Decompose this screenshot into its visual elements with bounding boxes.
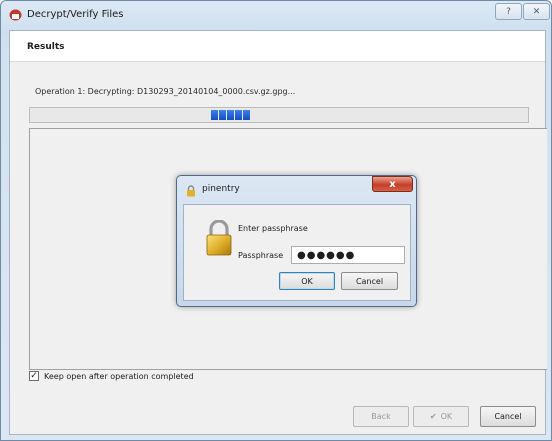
window-title: Decrypt/Verify Files (27, 9, 124, 20)
padlock-icon (206, 220, 232, 256)
progress-chunk (235, 110, 242, 120)
pinentry-title: pinentry (202, 184, 240, 194)
keep-open-label: Keep open after operation completed (44, 371, 194, 381)
back-button[interactable]: Back (353, 406, 409, 427)
progress-chunk (219, 110, 226, 120)
help-icon: ? (506, 6, 511, 17)
pinentry-dialog: pinentry x Enter passphrase Passphrase ●… (176, 175, 417, 307)
close-icon: x (389, 178, 396, 190)
help-button[interactable]: ? (495, 3, 522, 20)
pinentry-ok-button[interactable]: OK (279, 272, 335, 290)
close-icon: ✕ (532, 6, 541, 17)
page-title: Results (27, 42, 65, 52)
keep-open-row[interactable]: ✓ Keep open after operation completed (29, 371, 194, 381)
back-button-label: Back (371, 412, 391, 421)
keep-open-checkbox[interactable]: ✓ (29, 371, 39, 381)
passphrase-input[interactable]: ●●●●●● (291, 246, 405, 264)
pinentry-cancel-button[interactable]: Cancel (341, 272, 398, 290)
ok-button-label: OK (440, 412, 453, 421)
ok-button[interactable]: ✔ OK (413, 406, 469, 427)
checkmark-icon: ✔ (429, 412, 437, 421)
passphrase-label: Passphrase (238, 251, 284, 260)
lock-icon (187, 185, 195, 197)
pinentry-ok-label: OK (301, 276, 313, 286)
progress-bar (29, 107, 529, 123)
progress-chunk (211, 110, 218, 120)
operation-status-label: Operation 1: Decrypting: D130293_2014010… (35, 87, 296, 96)
pinentry-client-area: Enter passphrase Passphrase ●●●●●● OK Ca… (183, 204, 411, 301)
passphrase-prompt: Enter passphrase (238, 224, 308, 233)
header-strip: Results (10, 31, 545, 62)
progress-chunk (243, 110, 250, 120)
cancel-button[interactable]: Cancel (480, 406, 536, 427)
cancel-button-label: Cancel (494, 412, 522, 421)
progress-chunk (227, 110, 234, 120)
progress-indicator (211, 110, 250, 120)
window-close-button[interactable]: ✕ (523, 3, 550, 20)
checkmark-icon: ✓ (30, 370, 38, 381)
app-icon (9, 9, 22, 21)
pinentry-close-button[interactable]: x (372, 176, 413, 192)
pinentry-cancel-label: Cancel (355, 276, 384, 286)
